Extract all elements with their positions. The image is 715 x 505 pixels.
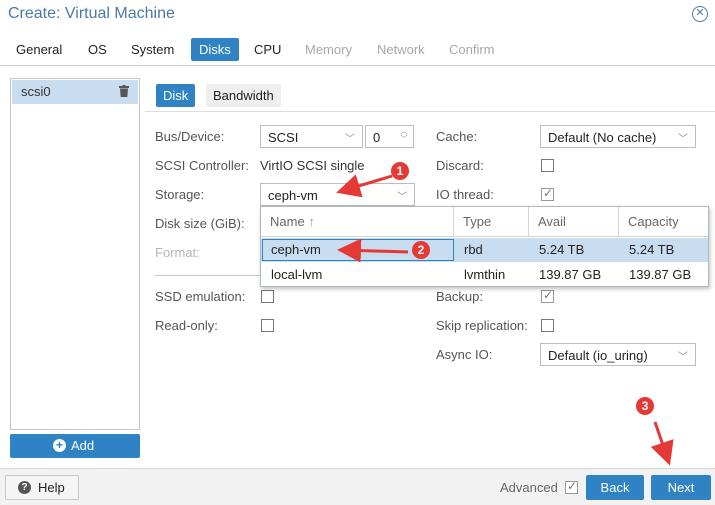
chevron-down-icon: ﹀ <box>397 192 407 203</box>
tab-bar: General OS System Disks CPU Memory Netwo… <box>0 36 715 66</box>
column-header-capacity[interactable]: Capacity <box>619 207 708 237</box>
tab-disks[interactable]: Disks <box>191 38 239 61</box>
device-number-stepper[interactable]: 0 ︿ ﹀ <box>365 125 414 148</box>
async-io-select[interactable]: Default (io_uring) ﹀ <box>540 343 696 366</box>
storage-select[interactable]: ceph-vm ﹀ <box>260 183 415 206</box>
discard-label: Discard: <box>436 158 484 173</box>
column-header-type[interactable]: Type <box>454 207 529 237</box>
help-button[interactable]: ? Help <box>5 475 79 500</box>
row-avail: 139.87 GB <box>539 267 602 282</box>
row-capacity: 5.24 TB <box>629 242 675 257</box>
chevron-down-icon: ﹀ <box>678 134 688 145</box>
storage-label: Storage: <box>155 187 205 202</box>
disk-size-label: Disk size (GiB): <box>155 216 245 231</box>
row-type: rbd <box>464 242 483 257</box>
ssd-emulation-checkbox[interactable] <box>261 290 274 303</box>
next-button[interactable]: Next <box>651 475 711 500</box>
tab-cpu[interactable]: CPU <box>246 38 289 61</box>
tab-system[interactable]: System <box>123 38 182 61</box>
tab-memory: Memory <box>305 42 352 57</box>
add-disk-button[interactable]: + Add <box>10 434 140 458</box>
discard-checkbox[interactable] <box>541 159 554 172</box>
annotation-marker-3: 3 <box>636 397 654 415</box>
tab-general[interactable]: General <box>8 38 70 61</box>
skip-replication-checkbox[interactable] <box>541 319 554 332</box>
cache-select-value: Default (No cache) <box>548 130 657 145</box>
backup-checkbox[interactable] <box>541 288 554 303</box>
column-header-name[interactable]: Name ↑ <box>261 207 454 237</box>
disk-list: scsi0 <box>10 78 140 430</box>
row-type: lvmthin <box>464 267 506 282</box>
annotation-arrow-3 <box>650 421 674 466</box>
question-icon: ? <box>18 481 31 494</box>
chevron-down-icon: ﹀ <box>678 352 688 363</box>
bus-select-value: SCSI <box>268 130 299 145</box>
async-io-label: Async IO: <box>436 347 493 362</box>
read-only-label: Read-only: <box>155 318 218 333</box>
subtab-divider <box>145 111 715 112</box>
sort-ascending-icon: ↑ <box>308 214 315 229</box>
plus-circle-icon: + <box>53 439 66 452</box>
annotation-marker-2: 2 <box>412 241 430 259</box>
close-icon[interactable]: ✕ <box>692 6 708 22</box>
row-capacity: 139.87 GB <box>629 267 692 282</box>
ssd-emulation-label: SSD emulation: <box>155 289 246 304</box>
storage-row-local-lvm[interactable]: local-lvm lvmthin 139.87 GB 139.87 GB <box>261 263 708 287</box>
scsi-controller-label: SCSI Controller: <box>155 158 249 173</box>
tab-os[interactable]: OS <box>80 38 115 61</box>
chevron-down-icon: ﹀ <box>345 134 355 145</box>
cache-select[interactable]: Default (No cache) ﹀ <box>540 125 696 148</box>
back-button[interactable]: Back <box>586 475 644 500</box>
column-header-avail[interactable]: Avail <box>529 207 619 237</box>
bus-select[interactable]: SCSI ﹀ <box>260 125 363 148</box>
row-name: local-lvm <box>271 267 323 282</box>
async-io-select-value: Default (io_uring) <box>548 348 648 363</box>
skip-replication-label: Skip replication: <box>436 318 528 333</box>
annotation-marker-1: 1 <box>391 162 409 180</box>
scsi-controller-value: VirtIO SCSI single <box>260 158 365 173</box>
tab-confirm: Confirm <box>449 42 495 57</box>
backup-label: Backup: <box>436 289 483 304</box>
bus-device-label: Bus/Device: <box>155 129 225 144</box>
advanced-label: Advanced <box>500 480 558 495</box>
read-only-checkbox[interactable] <box>261 319 274 332</box>
footer-bar: ? Help Advanced Back Next <box>0 468 715 505</box>
disk-item-label: scsi0 <box>21 84 51 99</box>
format-label: Format: <box>155 245 200 260</box>
subtab-disk[interactable]: Disk <box>156 84 196 107</box>
subtab-bandwidth[interactable]: Bandwidth <box>206 84 281 107</box>
trash-icon[interactable] <box>119 85 129 100</box>
io-thread-label: IO thread: <box>436 187 494 202</box>
device-number-value: 0 <box>373 130 381 145</box>
disk-list-item[interactable]: scsi0 <box>12 80 138 104</box>
dropdown-header: Name ↑ Type Avail Capacity <box>261 207 708 237</box>
help-label: Help <box>38 480 65 495</box>
row-name: ceph-vm <box>271 242 321 257</box>
section-divider <box>155 275 265 276</box>
storage-row-ceph-vm[interactable]: ceph-vm rbd 5.24 TB 5.24 TB <box>261 238 708 262</box>
cache-label: Cache: <box>436 129 478 144</box>
storage-dropdown: Name ↑ Type Avail Capacity ceph-vm rbd 5… <box>260 206 709 287</box>
add-button-label: Add <box>71 438 95 453</box>
title-bar: Create: Virtual Machine ✕ <box>0 0 715 30</box>
io-thread-checkbox[interactable] <box>541 186 554 201</box>
spinner-arrows-icon[interactable]: ︿ ﹀ <box>399 128 409 144</box>
storage-select-value: ceph-vm <box>268 188 318 203</box>
row-avail: 5.24 TB <box>539 242 585 257</box>
window-title: Create: Virtual Machine <box>8 5 175 22</box>
tab-network: Network <box>377 42 425 57</box>
advanced-checkbox[interactable] <box>565 479 578 494</box>
